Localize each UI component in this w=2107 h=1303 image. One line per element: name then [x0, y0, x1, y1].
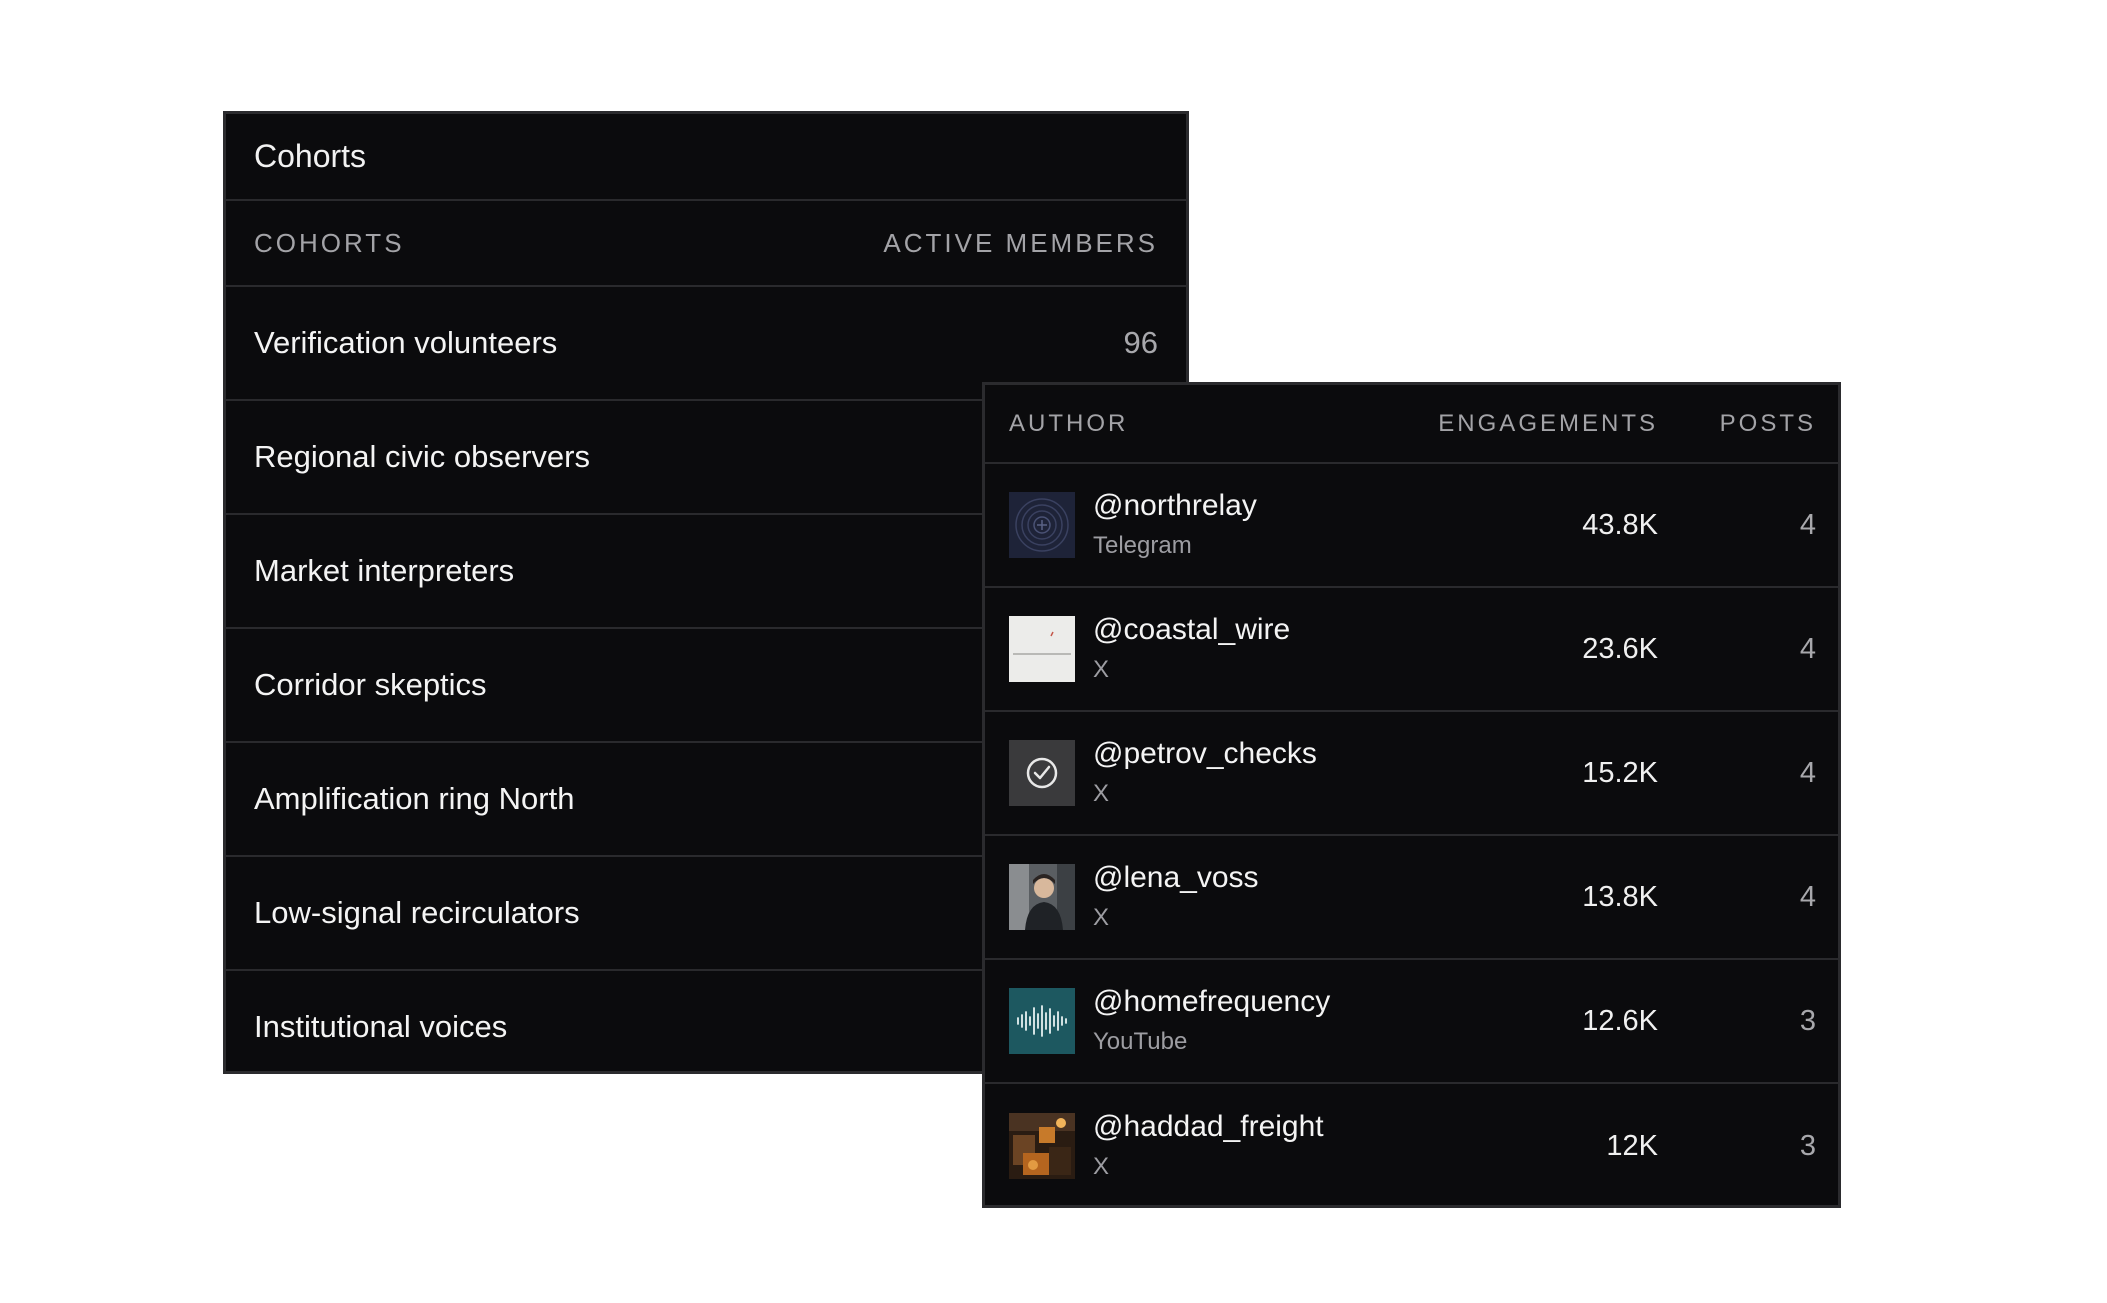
author-posts: 4 [1799, 756, 1816, 789]
concentric-rings-avatar [1009, 492, 1075, 558]
cohort-name: Institutional voices [254, 1009, 508, 1044]
author-cell: @haddad_freight X [1009, 1108, 1438, 1184]
authors-table-header: AUTHOR ENGAGEMENTS POSTS [985, 385, 1838, 464]
horizon-sketch-avatar [1009, 616, 1075, 682]
author-handle: @northrelay [1093, 489, 1257, 522]
column-header-active-members: ACTIVE MEMBERS [883, 227, 1158, 258]
author-posts: 4 [1799, 508, 1816, 541]
author-cell: @petrov_checks X [1009, 735, 1438, 811]
author-cell: @lena_voss X [1009, 859, 1438, 935]
author-engagements: 13.8K [1582, 880, 1658, 913]
author-row[interactable]: @petrov_checks X 15.2K 4 [985, 712, 1838, 836]
cohort-name: Corridor skeptics [254, 667, 487, 702]
cohort-name: Market interpreters [254, 553, 515, 588]
cohort-name: Regional civic observers [254, 439, 590, 474]
author-cell: @homefrequency YouTube [1009, 983, 1438, 1059]
page: Cohorts COHORTS ACTIVE MEMBERS Verificat… [0, 0, 2107, 1303]
author-handle: @homefrequency [1093, 985, 1331, 1018]
author-engagements: 23.6K [1582, 632, 1658, 665]
author-platform: YouTube [1093, 1028, 1188, 1055]
author-engagements: 15.2K [1582, 756, 1658, 789]
author-cell: @coastal_wire X [1009, 611, 1438, 687]
column-header-author: AUTHOR [1009, 409, 1129, 437]
author-posts: 4 [1799, 880, 1816, 913]
warehouse-photo-avatar [1009, 1113, 1075, 1179]
author-posts: 4 [1799, 632, 1816, 665]
cohort-active-members: 96 [1123, 325, 1158, 360]
author-platform: X [1093, 1153, 1110, 1180]
author-row[interactable]: @coastal_wire X 23.6K 4 [985, 588, 1838, 712]
author-platform: X [1093, 780, 1110, 807]
waveform-avatar [1009, 988, 1075, 1054]
checkmark-avatar [1009, 740, 1075, 806]
author-handle: @coastal_wire [1093, 613, 1291, 646]
author-row[interactable]: @lena_voss X 13.8K 4 [985, 836, 1838, 960]
cohort-name: Low-signal recirculators [254, 895, 580, 930]
column-header-engagements: ENGAGEMENTS [1438, 409, 1658, 437]
cohorts-table-header: COHORTS ACTIVE MEMBERS [226, 201, 1186, 287]
authors-panel: AUTHOR ENGAGEMENTS POSTS @northrelay Tel… [982, 382, 1841, 1208]
author-handle: @haddad_freight [1093, 1110, 1324, 1143]
cohort-name: Verification volunteers [254, 325, 558, 360]
author-row[interactable]: @haddad_freight X 12K 3 [985, 1084, 1838, 1205]
author-platform: X [1093, 904, 1110, 931]
cohorts-title: Cohorts [226, 114, 1186, 201]
column-header-posts: POSTS [1719, 409, 1816, 437]
portrait-photo-avatar [1009, 864, 1075, 930]
author-engagements: 43.8K [1582, 508, 1658, 541]
author-platform: Telegram [1093, 532, 1192, 559]
author-posts: 3 [1799, 1129, 1816, 1162]
author-row[interactable]: @northrelay Telegram 43.8K 4 [985, 464, 1838, 588]
author-handle: @lena_voss [1093, 861, 1259, 894]
author-handle: @petrov_checks [1093, 737, 1317, 770]
author-platform: X [1093, 656, 1110, 683]
author-cell: @northrelay Telegram [1009, 487, 1438, 563]
cohort-name: Amplification ring North [254, 781, 575, 816]
author-engagements: 12K [1606, 1129, 1658, 1162]
author-row[interactable]: @homefrequency YouTube 12.6K 3 [985, 960, 1838, 1084]
author-engagements: 12.6K [1582, 1004, 1658, 1037]
column-header-cohorts: COHORTS [254, 227, 405, 258]
author-posts: 3 [1799, 1004, 1816, 1037]
